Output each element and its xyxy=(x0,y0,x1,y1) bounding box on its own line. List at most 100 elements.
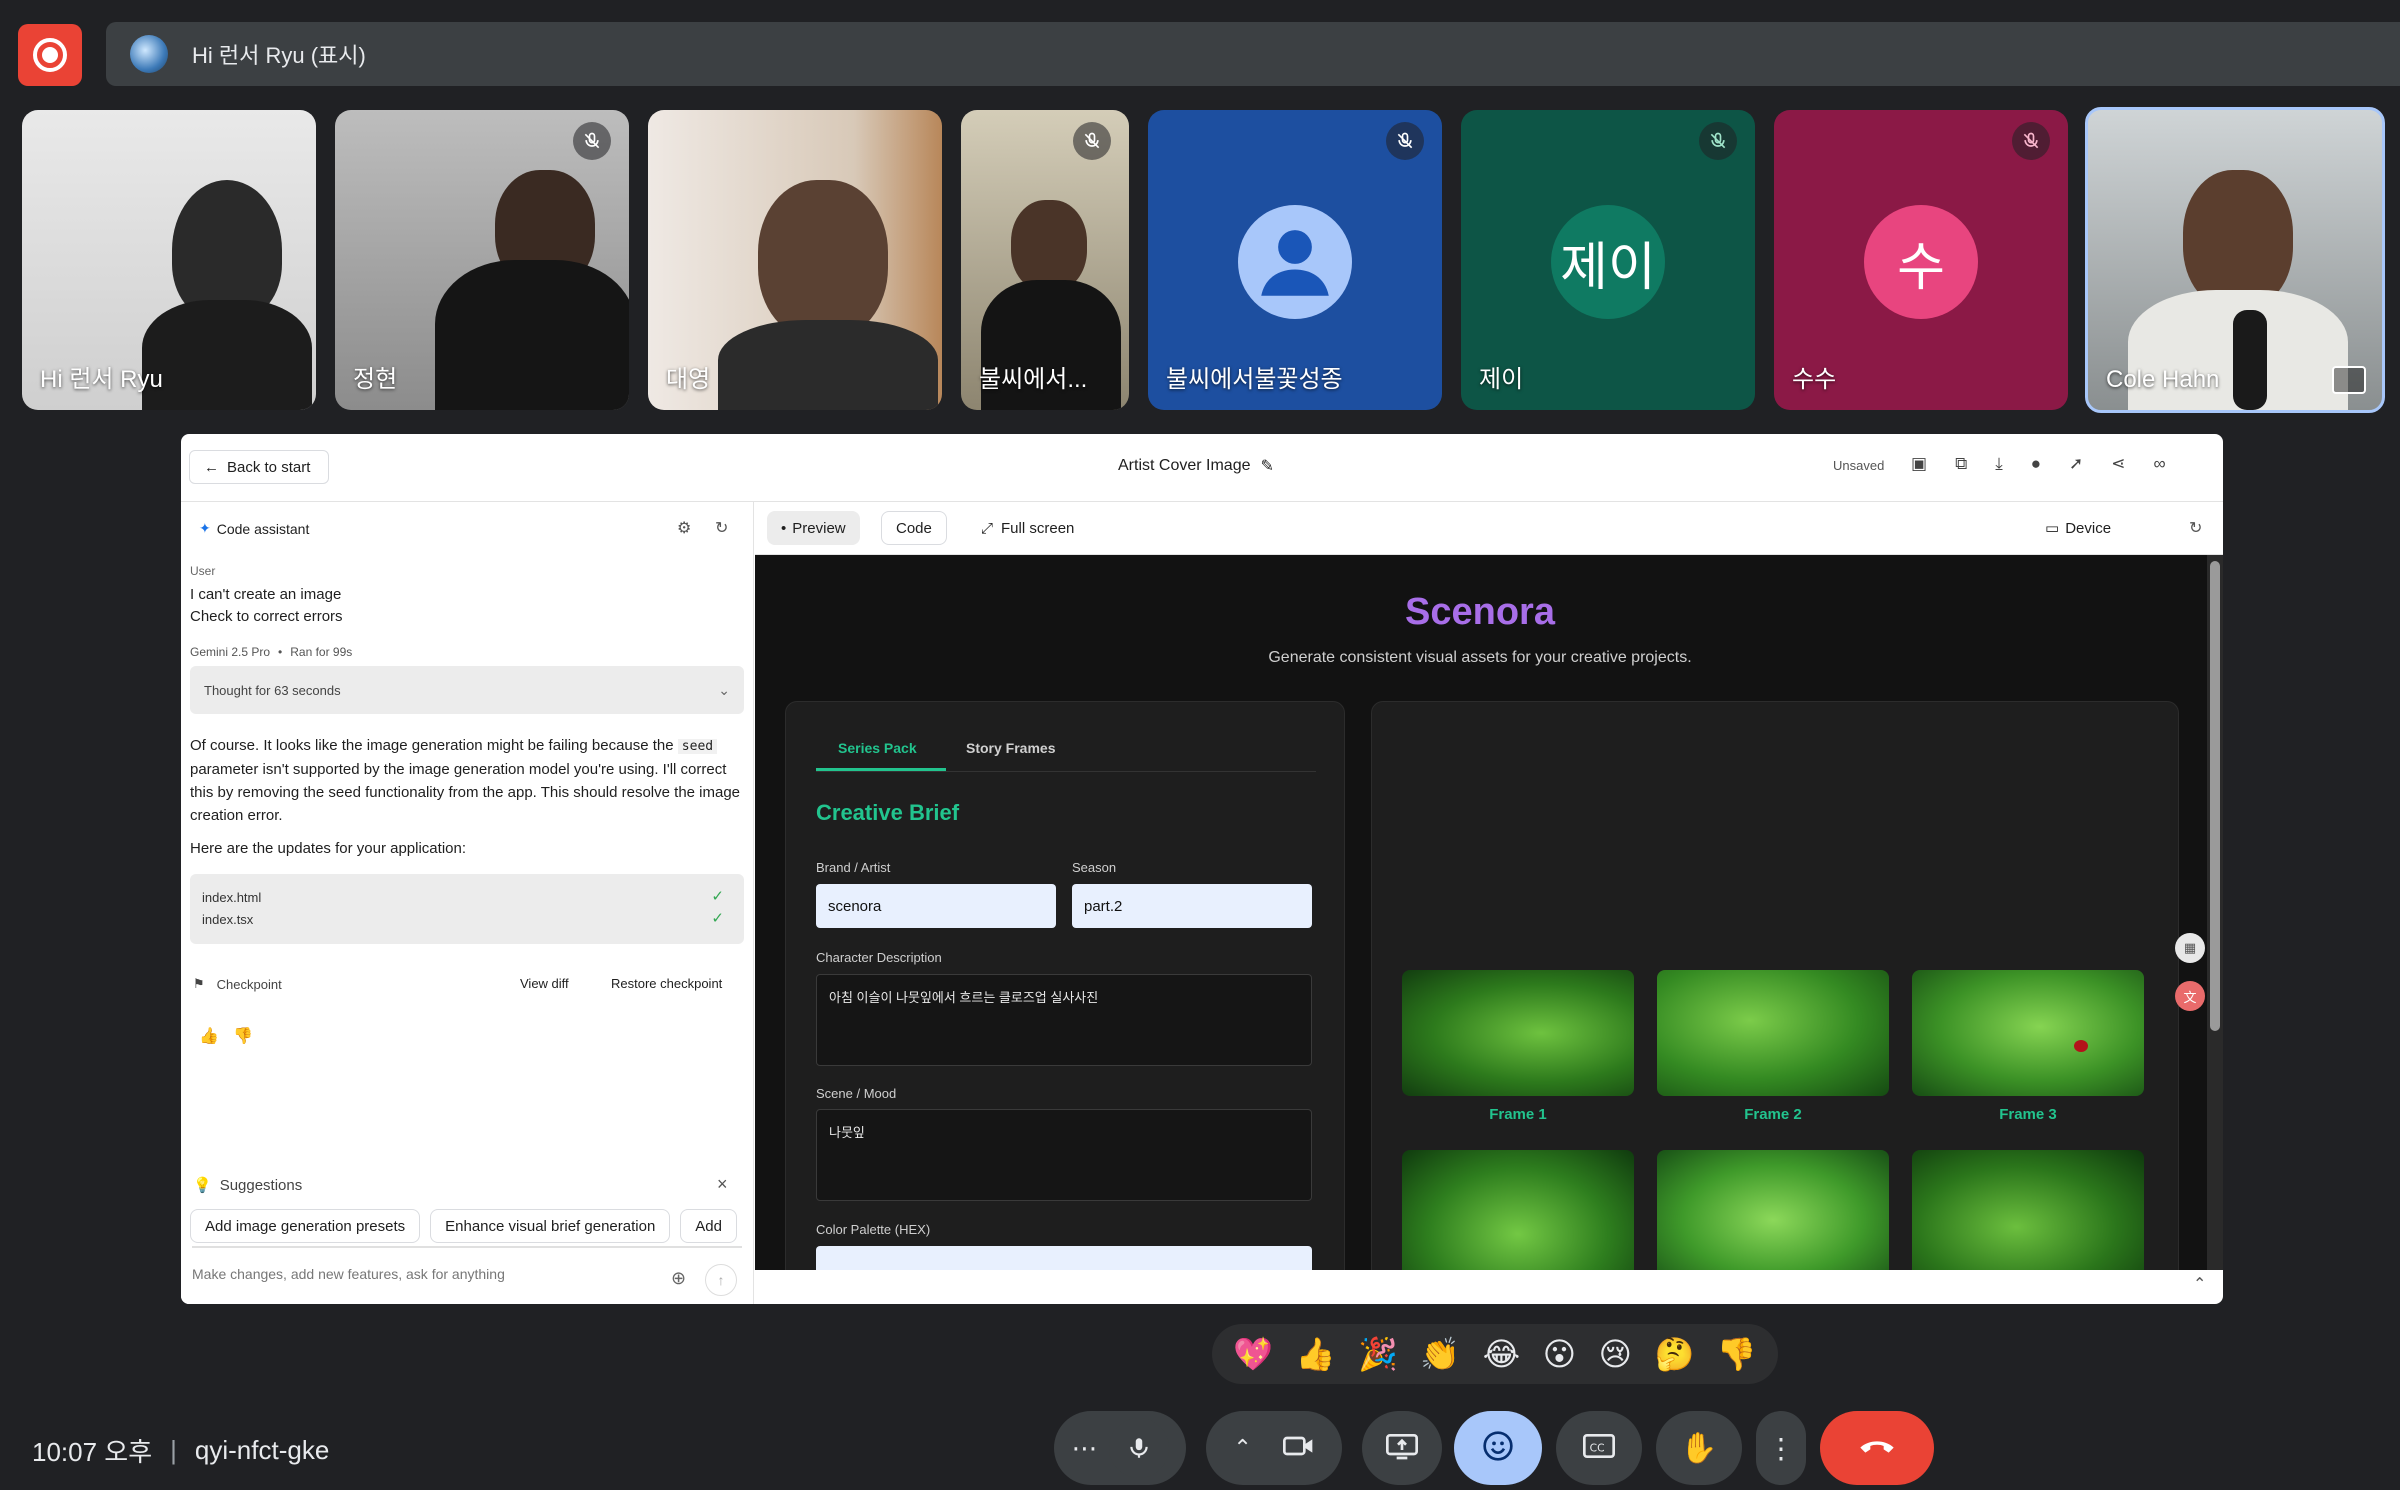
raise-hand-button[interactable]: ✋ xyxy=(1656,1411,1742,1485)
link-icon[interactable]: ∞ xyxy=(2154,454,2166,474)
captions-icon: CC xyxy=(1583,1433,1615,1464)
meeting-code[interactable]: qyi-nfct-gke xyxy=(195,1435,329,1466)
reaction-thumbs-up[interactable]: 👍 xyxy=(1296,1335,1336,1373)
scrollbar[interactable] xyxy=(192,1246,742,1248)
participant-tile[interactable]: 대영 xyxy=(648,110,942,410)
participant-initial: 제이 xyxy=(1551,205,1665,319)
settings-gear-icon[interactable]: ⚙ xyxy=(677,518,691,538)
chevron-up-icon[interactable]: ⌃ xyxy=(2193,1274,2206,1294)
participant-tile[interactable]: 정현 xyxy=(335,110,629,410)
smiley-icon xyxy=(1482,1430,1514,1467)
pin-tile-icon[interactable] xyxy=(2332,366,2366,394)
camera-icon[interactable] xyxy=(1282,1433,1315,1464)
reaction-bar: 💖 👍 🎉 👏 😂 😮 😢 🤔 👎 xyxy=(1212,1324,1778,1384)
assistant-title: Code assistant xyxy=(216,520,310,537)
suggestions-label: Suggestions xyxy=(219,1176,303,1194)
meeting-info: 10:07 오후 | qyi-nfct-gke xyxy=(32,1432,329,1469)
season-input[interactable]: part.2 xyxy=(1072,884,1312,928)
scene-textarea[interactable]: 나뭇잎 xyxy=(816,1109,1312,1201)
device-button[interactable]: ▭ Device xyxy=(2045,519,2111,538)
send-button[interactable]: ↑ xyxy=(705,1264,737,1296)
frame-label: Frame 2 xyxy=(1744,1106,1802,1123)
presentation-bar[interactable]: Hi 런서 Ryu (표시) xyxy=(106,22,2400,86)
frame-image[interactable] xyxy=(1402,1150,1634,1270)
close-suggestions-icon[interactable]: × xyxy=(717,1174,728,1195)
participant-tile[interactable]: 불씨에서불꽃성종 xyxy=(1148,110,1442,410)
reaction-surprised[interactable]: 😮 xyxy=(1543,1335,1576,1373)
participant-name: 불씨에서... xyxy=(979,366,1088,393)
deploy-rocket-icon[interactable]: ➚ xyxy=(2069,454,2083,474)
reaction-party[interactable]: 🎉 xyxy=(1358,1335,1398,1373)
participant-tile[interactable]: 제이 제이 xyxy=(1461,110,1755,410)
reaction-thinking[interactable]: 🤔 xyxy=(1654,1335,1694,1373)
character-textarea[interactable]: 아침 이슬이 나뭇잎에서 흐르는 클로즈업 실사사진 xyxy=(816,974,1312,1066)
participant-tile[interactable]: Hi 런서 Ryu xyxy=(22,110,316,410)
github-icon[interactable]: ● xyxy=(2031,454,2041,474)
thumbs-up-icon[interactable]: 👍 xyxy=(199,1026,219,1046)
share-icon[interactable]: ⋖ xyxy=(2111,454,2125,474)
changed-files[interactable]: index.html index.tsx ✓ ✓ xyxy=(190,874,744,944)
chevron-up-icon[interactable]: ⌃ xyxy=(1233,1435,1251,1461)
copy-icon[interactable]: ⧉ xyxy=(1955,454,1967,474)
frame-image[interactable] xyxy=(1657,1150,1889,1270)
refresh-icon[interactable]: ↻ xyxy=(715,518,728,538)
more-audio-options-icon[interactable]: ⋯ xyxy=(1072,1433,1098,1464)
file-item[interactable]: index.html xyxy=(202,890,261,905)
shared-app-window: ← Back to start Artist Cover Image ✎ Uns… xyxy=(181,434,2223,1304)
restore-checkpoint-button[interactable]: Restore checkpoint xyxy=(611,976,722,991)
reaction-laugh[interactable]: 😂 xyxy=(1483,1335,1520,1373)
participant-tile[interactable]: 불씨에서... xyxy=(961,110,1129,410)
model-name: Gemini 2.5 Pro xyxy=(190,645,271,659)
tab-code[interactable]: Code xyxy=(881,511,947,545)
tab-preview[interactable]: • Preview xyxy=(767,511,860,545)
reaction-clap[interactable]: 👏 xyxy=(1420,1335,1460,1373)
participant-tile[interactable]: 수 수수 xyxy=(1774,110,2068,410)
edit-pencil-icon[interactable]: ✎ xyxy=(1260,456,1273,476)
suggestion-chip[interactable]: Enhance visual brief generation xyxy=(430,1209,671,1243)
save-icon[interactable]: ▣ xyxy=(1911,454,1927,474)
add-attachment-icon[interactable]: ⊕ xyxy=(671,1268,686,1289)
back-to-start-button[interactable]: ← Back to start xyxy=(189,450,329,484)
suggestion-chip[interactable]: Add image generation presets xyxy=(190,1209,421,1243)
frame-image[interactable] xyxy=(1912,970,2144,1096)
reaction-thumbs-down[interactable]: 👎 xyxy=(1717,1335,1757,1373)
mic-off-icon xyxy=(1386,122,1424,160)
flag-icon: ⚑ xyxy=(193,976,205,991)
preview-scrollbar[interactable] xyxy=(2207,555,2223,1270)
file-item[interactable]: index.tsx xyxy=(202,912,253,927)
more-options-button[interactable]: ⋮ xyxy=(1756,1411,1806,1485)
thumbs-down-icon[interactable]: 👎 xyxy=(233,1026,253,1046)
palette-input[interactable]: no xyxy=(816,1246,1312,1270)
brand-input[interactable]: scenora xyxy=(816,884,1056,928)
frame-image[interactable] xyxy=(1657,970,1889,1096)
view-diff-button[interactable]: View diff xyxy=(520,976,569,991)
mic-off-icon xyxy=(2012,122,2050,160)
microphone-icon[interactable] xyxy=(1108,1418,1169,1478)
present-screen-button[interactable] xyxy=(1362,1411,1442,1485)
thought-expander[interactable]: Thought for 63 seconds ⌄ xyxy=(190,666,744,714)
participant-name: 제이 xyxy=(1479,366,1524,393)
frame-image[interactable] xyxy=(1912,1150,2144,1270)
reload-icon[interactable]: ↻ xyxy=(2189,518,2202,538)
reactions-button[interactable] xyxy=(1454,1411,1542,1485)
frame-image[interactable] xyxy=(1402,970,1634,1096)
tab-series-pack[interactable]: Series Pack xyxy=(838,740,917,756)
reaction-sad[interactable]: 😢 xyxy=(1599,1335,1632,1373)
leave-call-button[interactable] xyxy=(1820,1411,1934,1485)
checkpoint: ⚑ Checkpoint xyxy=(193,976,282,992)
download-icon[interactable]: ⤓ xyxy=(1995,454,2003,474)
captions-button[interactable]: CC xyxy=(1556,1411,1642,1485)
suggestion-chip[interactable]: Add xyxy=(680,1209,737,1243)
clock-time: 10:07 오후 xyxy=(32,1437,153,1467)
participant-tile-active[interactable]: Cole Hahn xyxy=(2085,107,2385,413)
prompt-input[interactable]: Make changes, add new features, ask for … xyxy=(192,1266,732,1282)
recording-indicator[interactable] xyxy=(18,24,82,86)
fullscreen-button[interactable]: ⤢ Full screen xyxy=(967,511,1088,545)
widget-grid-icon[interactable]: ▦ xyxy=(2175,933,2205,963)
reaction-heart[interactable]: 💖 xyxy=(1233,1335,1273,1373)
translate-icon[interactable]: 文 xyxy=(2175,981,2205,1011)
svg-text:CC: CC xyxy=(1590,1441,1605,1454)
tab-story-frames[interactable]: Story Frames xyxy=(966,740,1055,756)
participant-name: Cole Hahn xyxy=(2106,366,2220,393)
project-title[interactable]: Artist Cover Image ✎ xyxy=(1118,456,1274,476)
